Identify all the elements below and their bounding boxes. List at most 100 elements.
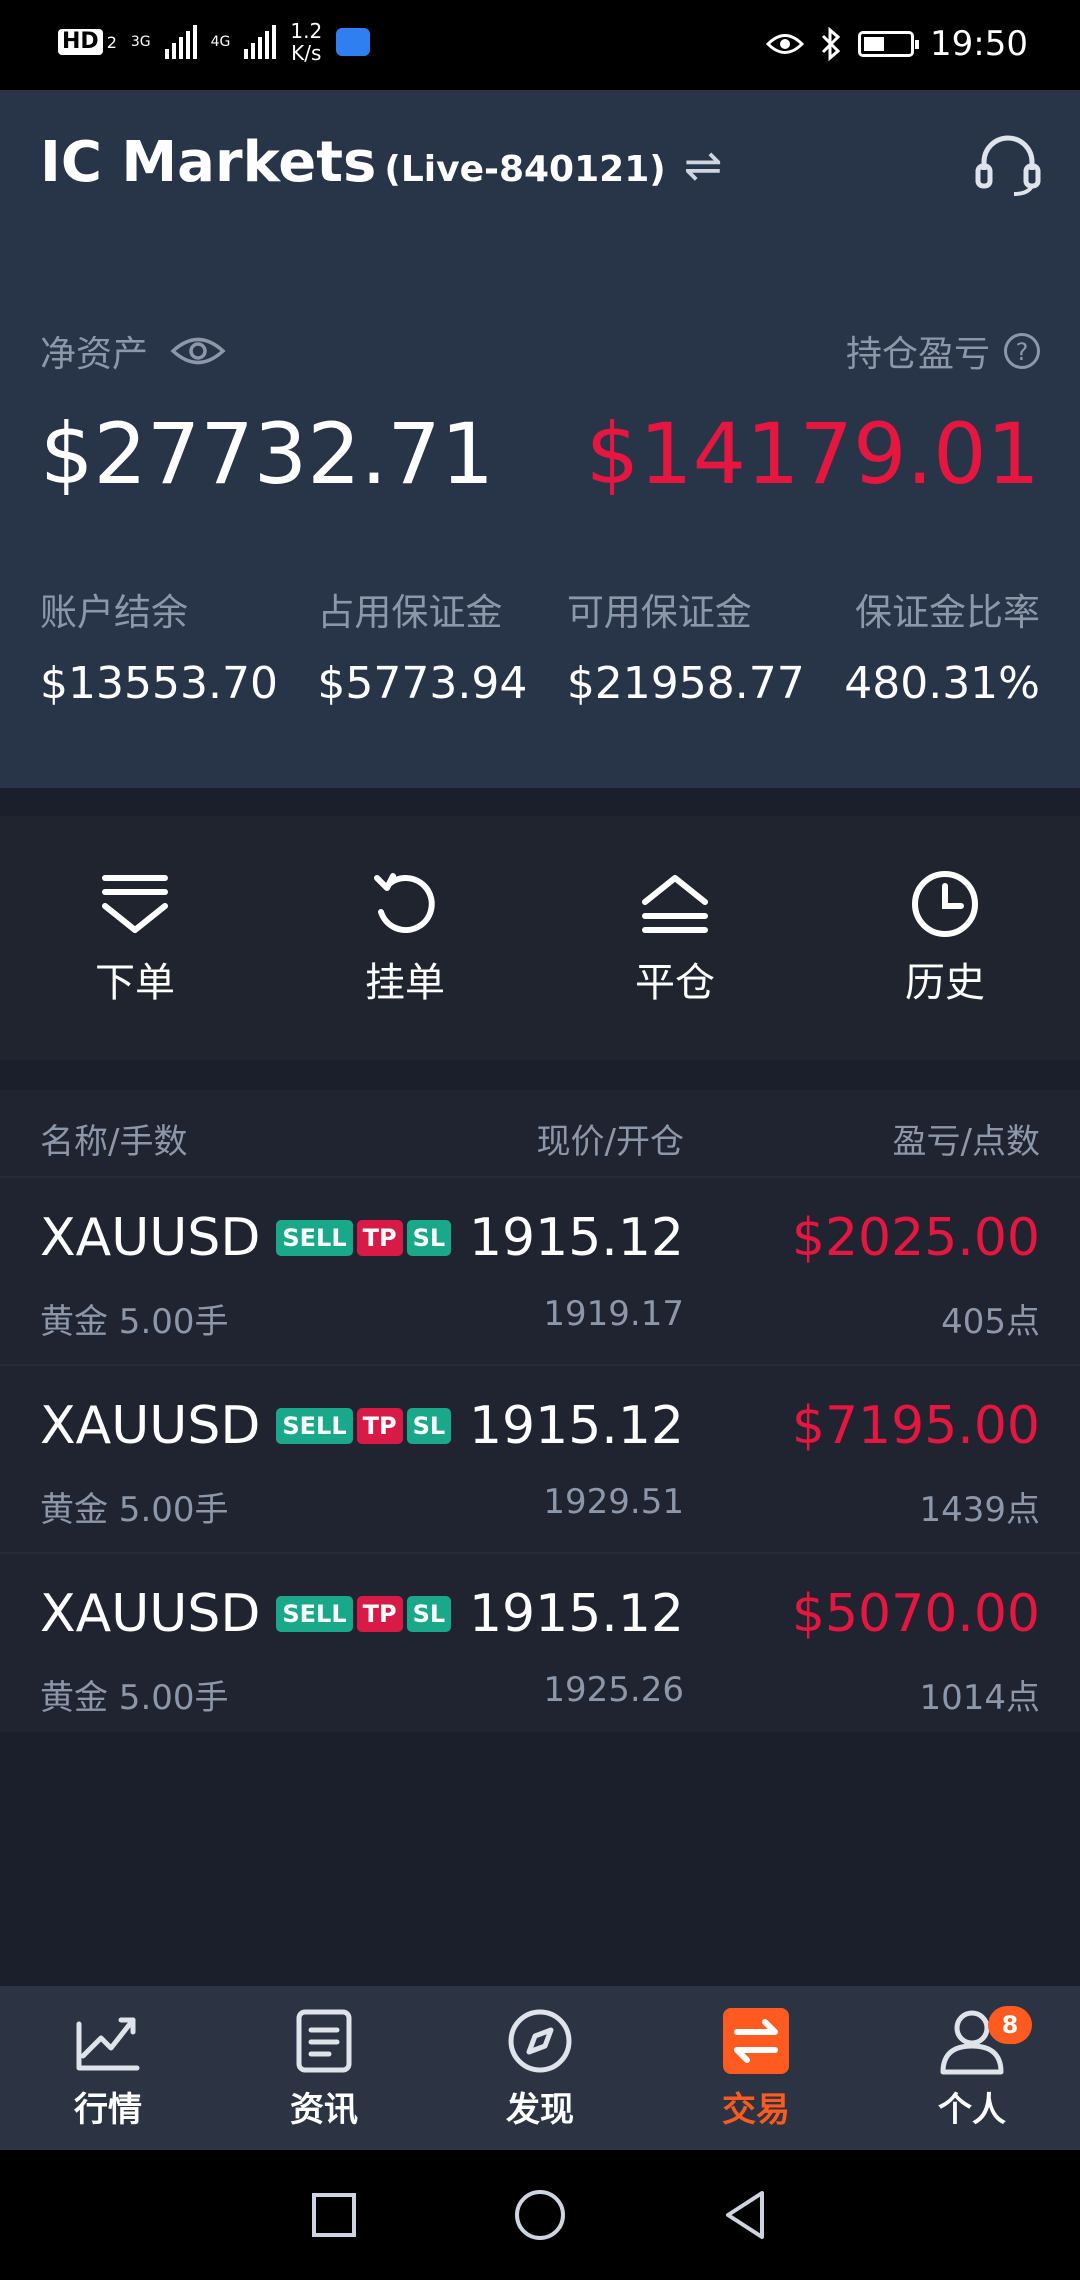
stat-label: 占用保证金 bbox=[317, 591, 503, 634]
new-order-button[interactable]: 下单 bbox=[0, 816, 270, 1060]
status-right: 19:50 bbox=[766, 24, 1028, 64]
position-symbol-group: XAUUSD SELL TP SL bbox=[40, 1208, 452, 1268]
compass-icon bbox=[508, 2009, 572, 2072]
sl-tag: SL bbox=[406, 1596, 452, 1632]
open-price: 1919.17 bbox=[543, 1294, 684, 1334]
current-price: 1915.12 bbox=[468, 1396, 684, 1456]
tp-tag: TP bbox=[356, 1408, 403, 1444]
nav-label: 行情 bbox=[74, 2089, 142, 2130]
market-chart-icon bbox=[76, 2017, 140, 2070]
status-left: HD 2 3G 4G 1.2 K/s bbox=[58, 20, 371, 64]
pending-order-icon bbox=[374, 873, 435, 933]
home-circle-icon[interactable] bbox=[512, 2187, 568, 2243]
nav-label: 发现 bbox=[506, 2089, 574, 2130]
position-desc: 黄金 5.00手 bbox=[40, 1678, 229, 1718]
status-bar: HD 2 3G 4G 1.2 K/s 19:50 bbox=[0, 0, 1080, 90]
network-4g-label: 4G bbox=[210, 34, 231, 50]
bottom-nav: 行情 资讯 发现 交易 个人 8 bbox=[0, 1986, 1080, 2150]
headset-support-icon[interactable] bbox=[972, 128, 1044, 200]
position-pl: $5070.00 bbox=[791, 1584, 1040, 1644]
position-pl: $7195.00 bbox=[791, 1396, 1040, 1456]
current-price: 1915.12 bbox=[468, 1584, 684, 1644]
nav-discover[interactable]: 发现 bbox=[432, 1986, 648, 2150]
position-row[interactable]: XAUUSD SELL TP SL 黄金 5.00手 1915.12 1919.… bbox=[0, 1176, 1080, 1364]
notification-badge: 8 bbox=[988, 2006, 1032, 2044]
tp-tag: TP bbox=[356, 1220, 403, 1256]
account-stats: 账户结余 $13553.70 占用保证金 $5773.94 可用保证金 $219… bbox=[40, 582, 1040, 709]
action-label: 挂单 bbox=[365, 960, 445, 1006]
position-desc: 黄金 5.00手 bbox=[40, 1490, 229, 1530]
positions-table: 名称/手数 现价/开仓 盈亏/点数 XAUUSD SELL TP SL 黄金 5… bbox=[0, 1090, 1080, 1732]
equity-value: $27732.71 bbox=[40, 405, 495, 503]
account-header: IC Markets (Live-840121) ⇌ 净资产 持仓盈亏 ? $2… bbox=[0, 90, 1080, 788]
action-label: 平仓 bbox=[635, 960, 715, 1006]
nav-market[interactable]: 行情 bbox=[0, 1986, 216, 2150]
pending-order-button[interactable]: 挂单 bbox=[270, 816, 540, 1060]
sl-tag: SL bbox=[406, 1220, 452, 1256]
recents-square-icon[interactable] bbox=[306, 2187, 362, 2243]
switch-account-icon[interactable]: ⇌ bbox=[684, 138, 723, 192]
tp-tag: TP bbox=[356, 1596, 403, 1632]
close-position-button[interactable]: 平仓 bbox=[540, 816, 810, 1060]
nav-label: 资讯 bbox=[290, 2089, 358, 2130]
position-pl: $2025.00 bbox=[791, 1208, 1040, 1268]
news-icon bbox=[296, 2009, 352, 2072]
sell-tag: SELL bbox=[276, 1408, 353, 1444]
header-price: 现价/开仓 bbox=[536, 1122, 684, 1162]
position-row[interactable]: XAUUSD SELL TP SL 黄金 5.00手 1915.12 1925.… bbox=[0, 1552, 1080, 1740]
nav-profile[interactable]: 个人 8 bbox=[864, 1986, 1080, 2150]
floating-pl-value: $14179.01 bbox=[585, 405, 1040, 503]
close-position-icon bbox=[642, 875, 708, 933]
open-price: 1929.51 bbox=[543, 1482, 684, 1522]
broker-name: IC Markets bbox=[40, 130, 377, 195]
stat-value: $21958.77 bbox=[566, 658, 805, 709]
nav-trade[interactable]: 交易 bbox=[648, 1986, 864, 2150]
stat-value: 480.31% bbox=[844, 658, 1040, 709]
network-3g-label: 3G bbox=[130, 34, 151, 50]
stat-used-margin: 占用保证金 $5773.94 bbox=[317, 582, 527, 709]
eye-icon[interactable] bbox=[170, 334, 226, 368]
symbol: XAUUSD bbox=[40, 1208, 261, 1268]
nav-label: 交易 bbox=[722, 2089, 790, 2130]
header-name: 名称/手数 bbox=[40, 1122, 188, 1162]
help-icon[interactable]: ? bbox=[1004, 333, 1040, 369]
sl-tag: SL bbox=[406, 1408, 452, 1444]
open-price: 1925.26 bbox=[543, 1670, 684, 1710]
account-title: IC Markets (Live-840121) ⇌ bbox=[40, 130, 722, 195]
order-icon bbox=[102, 875, 168, 933]
hd-sub: 2 bbox=[106, 32, 117, 52]
sell-tag: SELL bbox=[276, 1596, 353, 1632]
sell-tag: SELL bbox=[276, 1220, 353, 1256]
position-points: 1014点 bbox=[919, 1678, 1040, 1718]
system-nav-bar bbox=[0, 2150, 1080, 2280]
nav-news[interactable]: 资讯 bbox=[216, 1986, 432, 2150]
position-symbol-group: XAUUSD SELL TP SL bbox=[40, 1584, 452, 1644]
position-row[interactable]: XAUUSD SELL TP SL 黄金 5.00手 1915.12 1929.… bbox=[0, 1364, 1080, 1552]
eye-icon bbox=[766, 34, 805, 54]
equity-label-group: 净资产 bbox=[40, 325, 226, 377]
battery-icon bbox=[858, 31, 920, 57]
back-triangle-icon[interactable] bbox=[718, 2187, 774, 2243]
stat-free-margin: 可用保证金 $21958.77 bbox=[567, 582, 805, 709]
action-label: 历史 bbox=[905, 960, 985, 1006]
signal-icon bbox=[164, 25, 197, 59]
stat-value: $5773.94 bbox=[317, 658, 528, 709]
position-points: 405点 bbox=[941, 1302, 1040, 1342]
hd-indicator: HD bbox=[58, 29, 103, 55]
nav-label: 个人 bbox=[938, 2089, 1006, 2130]
speed-value: 1.2 bbox=[290, 19, 323, 43]
stat-value: $13553.70 bbox=[40, 658, 278, 709]
trade-actions: 下单 挂单 平仓 历史 bbox=[0, 816, 1080, 1060]
trade-icon bbox=[723, 2007, 789, 2074]
network-speed: 1.2 K/s bbox=[290, 20, 322, 64]
position-symbol-group: XAUUSD SELL TP SL bbox=[40, 1396, 452, 1456]
history-button[interactable]: 历史 bbox=[810, 816, 1080, 1060]
current-price: 1915.12 bbox=[468, 1208, 684, 1268]
action-label: 下单 bbox=[95, 960, 175, 1006]
pl-label-group: 持仓盈亏 ? bbox=[846, 325, 1040, 377]
signal-icon bbox=[244, 25, 277, 59]
app-notification-icon bbox=[336, 28, 371, 56]
bluetooth-icon bbox=[821, 27, 841, 61]
symbol: XAUUSD bbox=[40, 1584, 261, 1644]
stat-balance: 账户结余 $13553.70 bbox=[40, 582, 278, 709]
